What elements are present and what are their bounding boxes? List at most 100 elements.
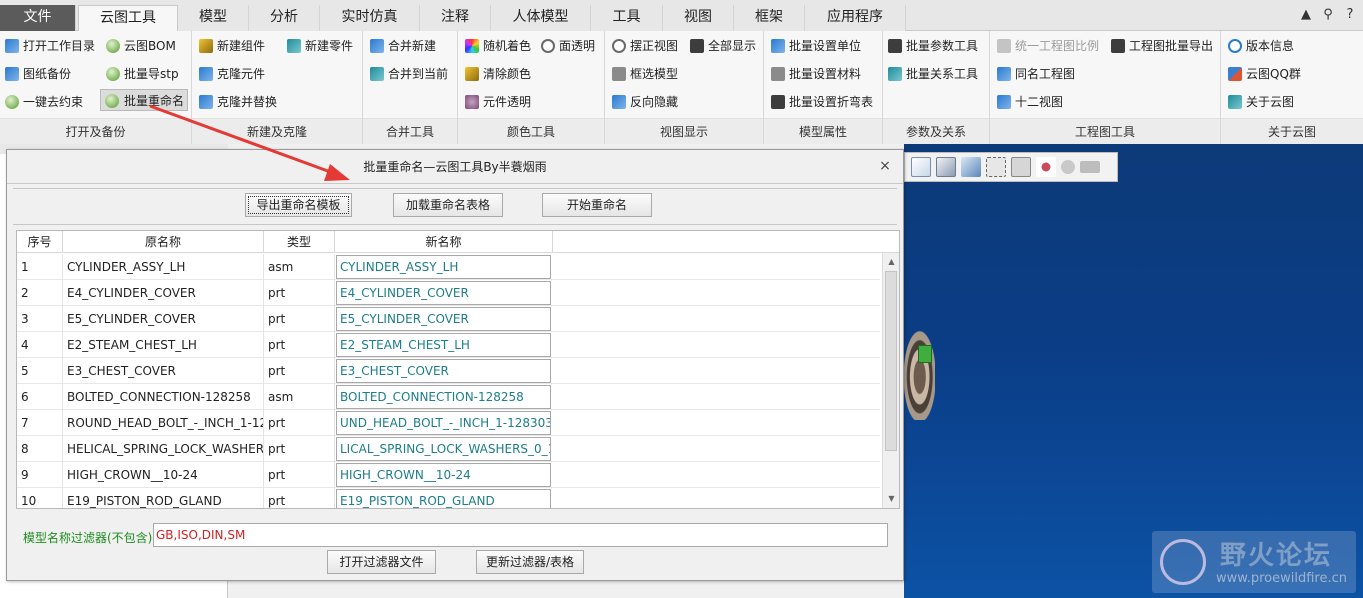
batch-material-button[interactable]: 批量设置材料 [770,63,861,85]
tab-analysis[interactable]: 分析 [249,5,320,31]
filter-input[interactable] [153,523,888,547]
table-row[interactable]: 7 ROUND_HEAD_BOLT_-_INCH_1-12 prt UND_HEAD_… [17,410,880,436]
new-name-input[interactable]: LICAL_SPRING_LOCK_WASHERS_0_1 [336,437,551,461]
new-name-input[interactable]: E19_PISTON_ROD_GLAND [336,489,551,508]
about-icon [1228,95,1242,109]
export-drawing-icon [1111,39,1125,53]
box-select-model-button[interactable]: 框选模型 [611,63,678,85]
spin-center-icon[interactable] [1036,157,1056,177]
new-name-input[interactable]: E4_CYLINDER_COVER [336,281,551,305]
clear-color-button[interactable]: 清除颜色 [464,63,531,85]
remove-constraints-button[interactable]: 一键去约束 [4,91,83,113]
reverse-hide-button[interactable]: 反向隐藏 [611,91,678,113]
table-row[interactable]: 3 E5_CYLINDER_COVER prt E5_CYLINDER_COVER [17,306,880,332]
scroll-down-icon[interactable]: ▼ [883,492,899,506]
show-all-button[interactable]: 全部显示 [689,35,756,57]
table-row[interactable]: 1 CYLINDER_ASSY_LH asm CYLINDER_ASSY_LH [17,254,880,280]
batch-export-stp-button[interactable]: 批量导stp [105,63,179,85]
table-row[interactable]: 5 E3_CHEST_COVER prt E3_CHEST_COVER [17,358,880,384]
tab-tools[interactable]: 工具 [591,5,663,31]
graphics-viewport[interactable] [904,144,1363,598]
help-icon[interactable]: ? [1343,7,1357,23]
collapse-ribbon-icon[interactable]: ▲ [1299,7,1313,23]
scroll-up-icon[interactable]: ▲ [883,255,899,269]
annotation-display-icon[interactable] [1061,160,1075,174]
datum-display-icon[interactable] [986,157,1006,177]
close-icon[interactable]: × [877,158,893,174]
batch-units-button[interactable]: 批量设置单位 [770,35,861,57]
tab-frame[interactable]: 框架 [734,5,805,31]
batch-export-drawing-button[interactable]: 工程图批量导出 [1110,35,1213,57]
about-button[interactable]: 关于云图 [1227,91,1294,113]
section-view-icon[interactable] [1011,157,1031,177]
merge-current-button[interactable]: 合并到当前 [369,63,448,85]
align-view-button[interactable]: 摆正视图 [611,35,678,57]
batch-bend-table-button[interactable]: 批量设置折弯表 [770,91,873,113]
col-new-name[interactable]: 新名称 [335,231,553,253]
col-original-name[interactable]: 原名称 [63,231,264,253]
open-filter-file-button[interactable]: 打开过滤器文件 [327,550,436,574]
table-scrollbar[interactable]: ▲ ▼ [882,253,899,508]
tab-cloud-tools[interactable]: 云图工具 [78,5,178,32]
table-row[interactable]: 9 HIGH_CROWN__10-24 prt HIGH_CROWN__10-24 [17,462,880,488]
cloud-bom-button[interactable]: 云图BOM [105,35,176,57]
random-color-button[interactable]: 随机着色 [464,35,531,57]
new-name-input[interactable]: BOLTED_CONNECTION-128258 [336,385,551,409]
table-row[interactable]: 2 E4_CYLINDER_COVER prt E4_CYLINDER_COVER [17,280,880,306]
table-row[interactable]: 8 HELICAL_SPRING_LOCK_WASHERS prt LICAL_SPR… [17,436,880,462]
tab-realtime-sim[interactable]: 实时仿真 [320,5,420,31]
clone-component-button[interactable]: 克隆元件 [198,63,265,85]
table-row[interactable]: 6 BOLTED_CONNECTION-128258 asm BOLTED_CONNE… [17,384,880,410]
table-row[interactable]: 10 E19_PISTON_ROD_GLAND prt E19_PISTON_ROD_… [17,488,880,508]
display-style-icon[interactable] [961,157,981,177]
tab-annotate[interactable]: 注释 [420,5,491,31]
load-table-button[interactable]: 加载重命名表格 [393,193,503,217]
batch-params-button[interactable]: 批量参数工具 [887,35,978,57]
component-transparent-button[interactable]: 元件透明 [464,91,531,113]
scroll-thumb[interactable] [885,271,897,451]
new-name-input[interactable]: E2_STEAM_CHEST_LH [336,333,551,357]
batch-relations-button[interactable]: 批量关系工具 [887,63,978,85]
tab-model[interactable]: 模型 [178,5,249,31]
face-transparent-button[interactable]: 面透明 [540,35,595,57]
twelve-views-button[interactable]: 十二视图 [996,91,1063,113]
start-rename-button[interactable]: 开始重命名 [542,193,652,217]
search-icon[interactable]: ⚲ [1321,7,1335,23]
drawing-backup-button[interactable]: 图纸备份 [4,63,71,85]
batch-rename-button[interactable]: 批量重命名 [100,89,188,111]
table-row[interactable]: 4 E2_STEAM_CHEST_LH prt E2_STEAM_CHEST_LH [17,332,880,358]
col-index[interactable]: 序号 [17,231,63,253]
new-name-input[interactable]: UND_HEAD_BOLT_-_INCH_1-128303 [336,411,551,435]
tab-human-model[interactable]: 人体模型 [491,5,591,31]
forum-logo-icon [1160,539,1206,585]
merge-new-button[interactable]: 合并新建 [369,35,436,57]
new-name-input[interactable]: CYLINDER_ASSY_LH [336,255,551,279]
cell-no: 10 [17,488,63,508]
tab-applications[interactable]: 应用程序 [805,5,906,31]
refit-icon[interactable] [911,157,931,177]
saved-views-icon[interactable] [936,157,956,177]
cell-no: 3 [17,306,63,332]
new-name-input[interactable]: E5_CYLINDER_COVER [336,307,551,331]
bend-table-icon [771,95,785,109]
update-filter-button[interactable]: 更新过滤器/表格 [476,550,584,574]
view-manager-icon[interactable] [1080,161,1100,173]
backup-icon [5,67,19,81]
new-part-button[interactable]: 新建零件 [286,35,353,57]
tab-view[interactable]: 视图 [663,5,734,31]
unify-drawing-scale-button[interactable]: 统一工程图比例 [996,35,1099,57]
export-template-button[interactable]: 导出重命名模板 [245,193,352,217]
group-new-clone: 新建组件 新建零件 克隆元件 克隆并替换 新建及克隆 [192,31,363,144]
new-assembly-button[interactable]: 新建组件 [198,35,265,57]
version-info-button[interactable]: 版本信息 [1227,35,1294,57]
same-name-drawing-button[interactable]: 同名工程图 [996,63,1075,85]
tab-file[interactable]: 文件 [0,5,76,31]
new-name-input[interactable]: E3_CHEST_COVER [336,359,551,383]
new-name-input[interactable]: HIGH_CROWN__10-24 [336,463,551,487]
cylinder-model[interactable] [901,324,935,420]
open-workdir-button[interactable]: 打开工作目录 [4,35,95,57]
col-type[interactable]: 类型 [264,231,335,253]
group-view-display: 摆正视图 全部显示 框选模型 反向隐藏 视图显示 [605,31,764,144]
clone-replace-button[interactable]: 克隆并替换 [198,91,277,113]
qq-group-button[interactable]: 云图QQ群 [1227,63,1301,85]
